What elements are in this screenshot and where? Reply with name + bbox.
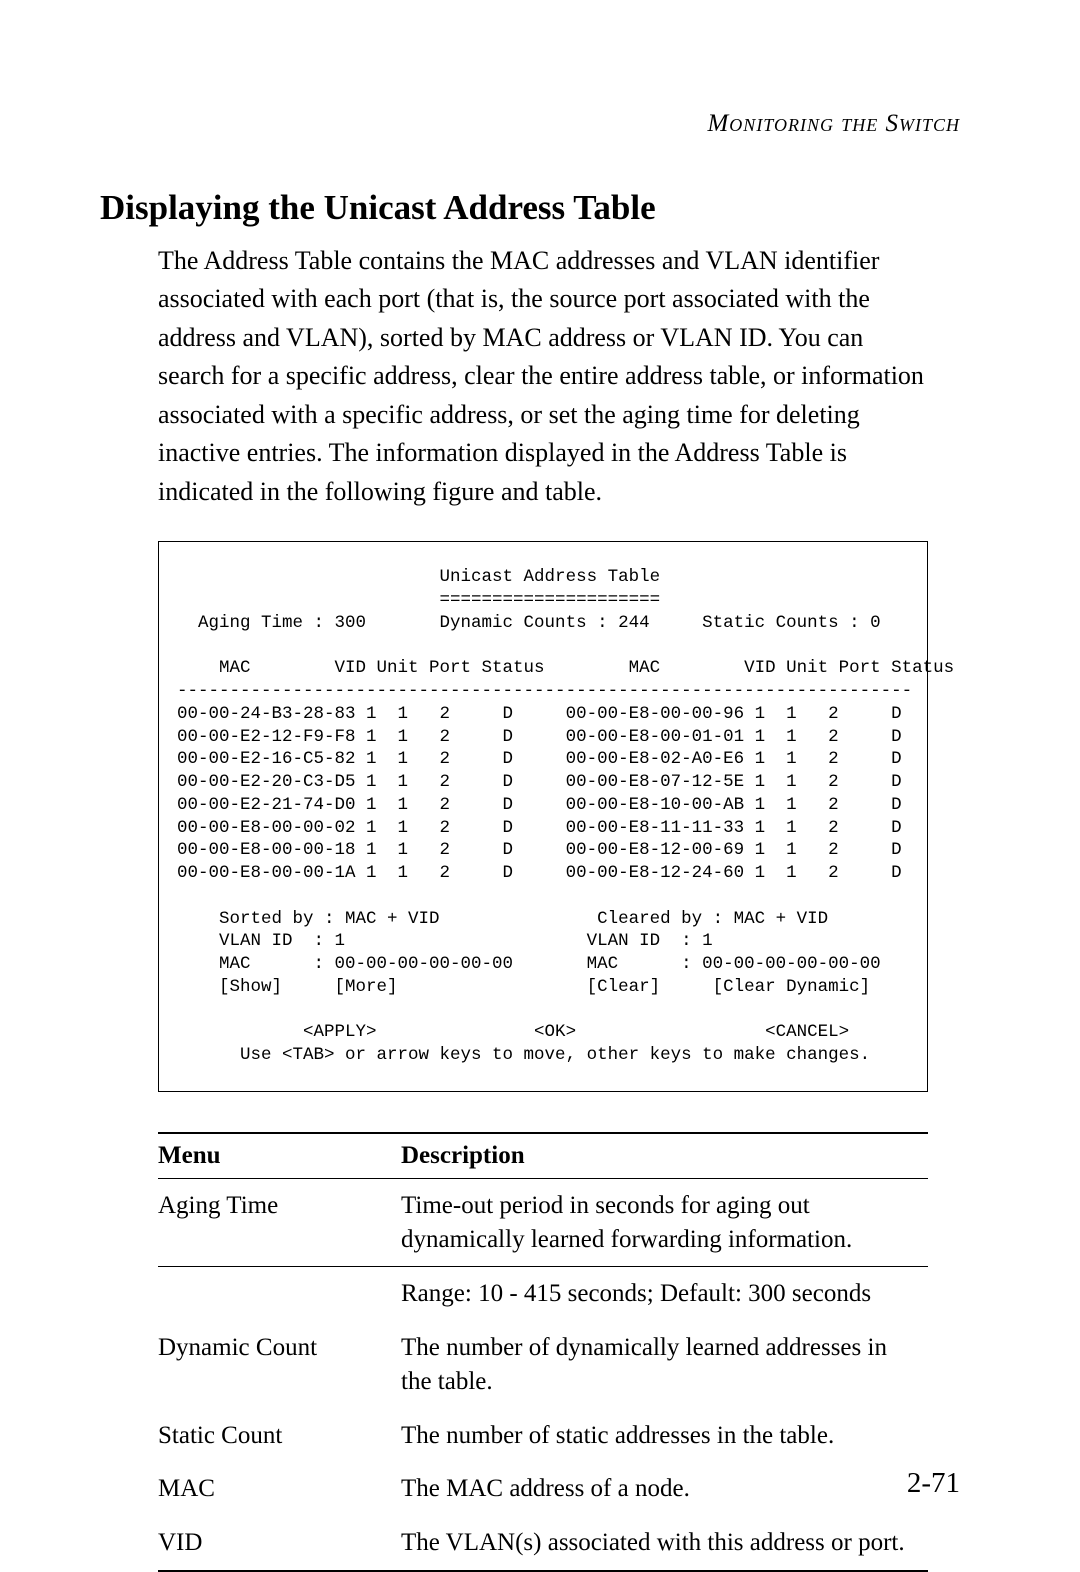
description-cell: The number of static addresses in the ta… xyxy=(401,1409,928,1463)
menu-description-table: Menu Description Aging TimeTime-out peri… xyxy=(158,1132,928,1572)
description-cell: Time-out period in seconds for aging out… xyxy=(401,1178,928,1267)
running-head: Monitoring the Switch xyxy=(100,110,960,138)
table-row: Static CountThe number of static address… xyxy=(158,1409,928,1463)
page-number: 2-71 xyxy=(907,1467,960,1500)
menu-cell: Dynamic Count xyxy=(158,1321,401,1409)
menu-cell xyxy=(158,1267,401,1321)
menu-cell: VID xyxy=(158,1516,401,1571)
table-row: Aging TimeTime-out period in seconds for… xyxy=(158,1178,928,1267)
table-row: Range: 10 - 415 seconds; Default: 300 se… xyxy=(158,1267,928,1321)
table-row: VIDThe VLAN(s) associated with this addr… xyxy=(158,1516,928,1571)
table-row: MACThe MAC address of a node. xyxy=(158,1462,928,1516)
description-cell: Range: 10 - 415 seconds; Default: 300 se… xyxy=(401,1267,928,1321)
menu-cell: MAC xyxy=(158,1462,401,1516)
table-row: Dynamic CountThe number of dynamically l… xyxy=(158,1321,928,1409)
menu-cell: Aging Time xyxy=(158,1178,401,1267)
terminal-screenshot: Unicast Address Table ==================… xyxy=(158,541,928,1092)
section-title: Displaying the Unicast Address Table xyxy=(100,188,960,228)
menu-cell: Static Count xyxy=(158,1409,401,1463)
description-cell: The VLAN(s) associated with this address… xyxy=(401,1516,928,1571)
table-header-description: Description xyxy=(401,1133,928,1179)
description-cell: The number of dynamically learned addres… xyxy=(401,1321,928,1409)
description-cell: The MAC address of a node. xyxy=(401,1462,928,1516)
body-paragraph: The Address Table contains the MAC addre… xyxy=(158,242,928,511)
table-header-menu: Menu xyxy=(158,1133,401,1179)
